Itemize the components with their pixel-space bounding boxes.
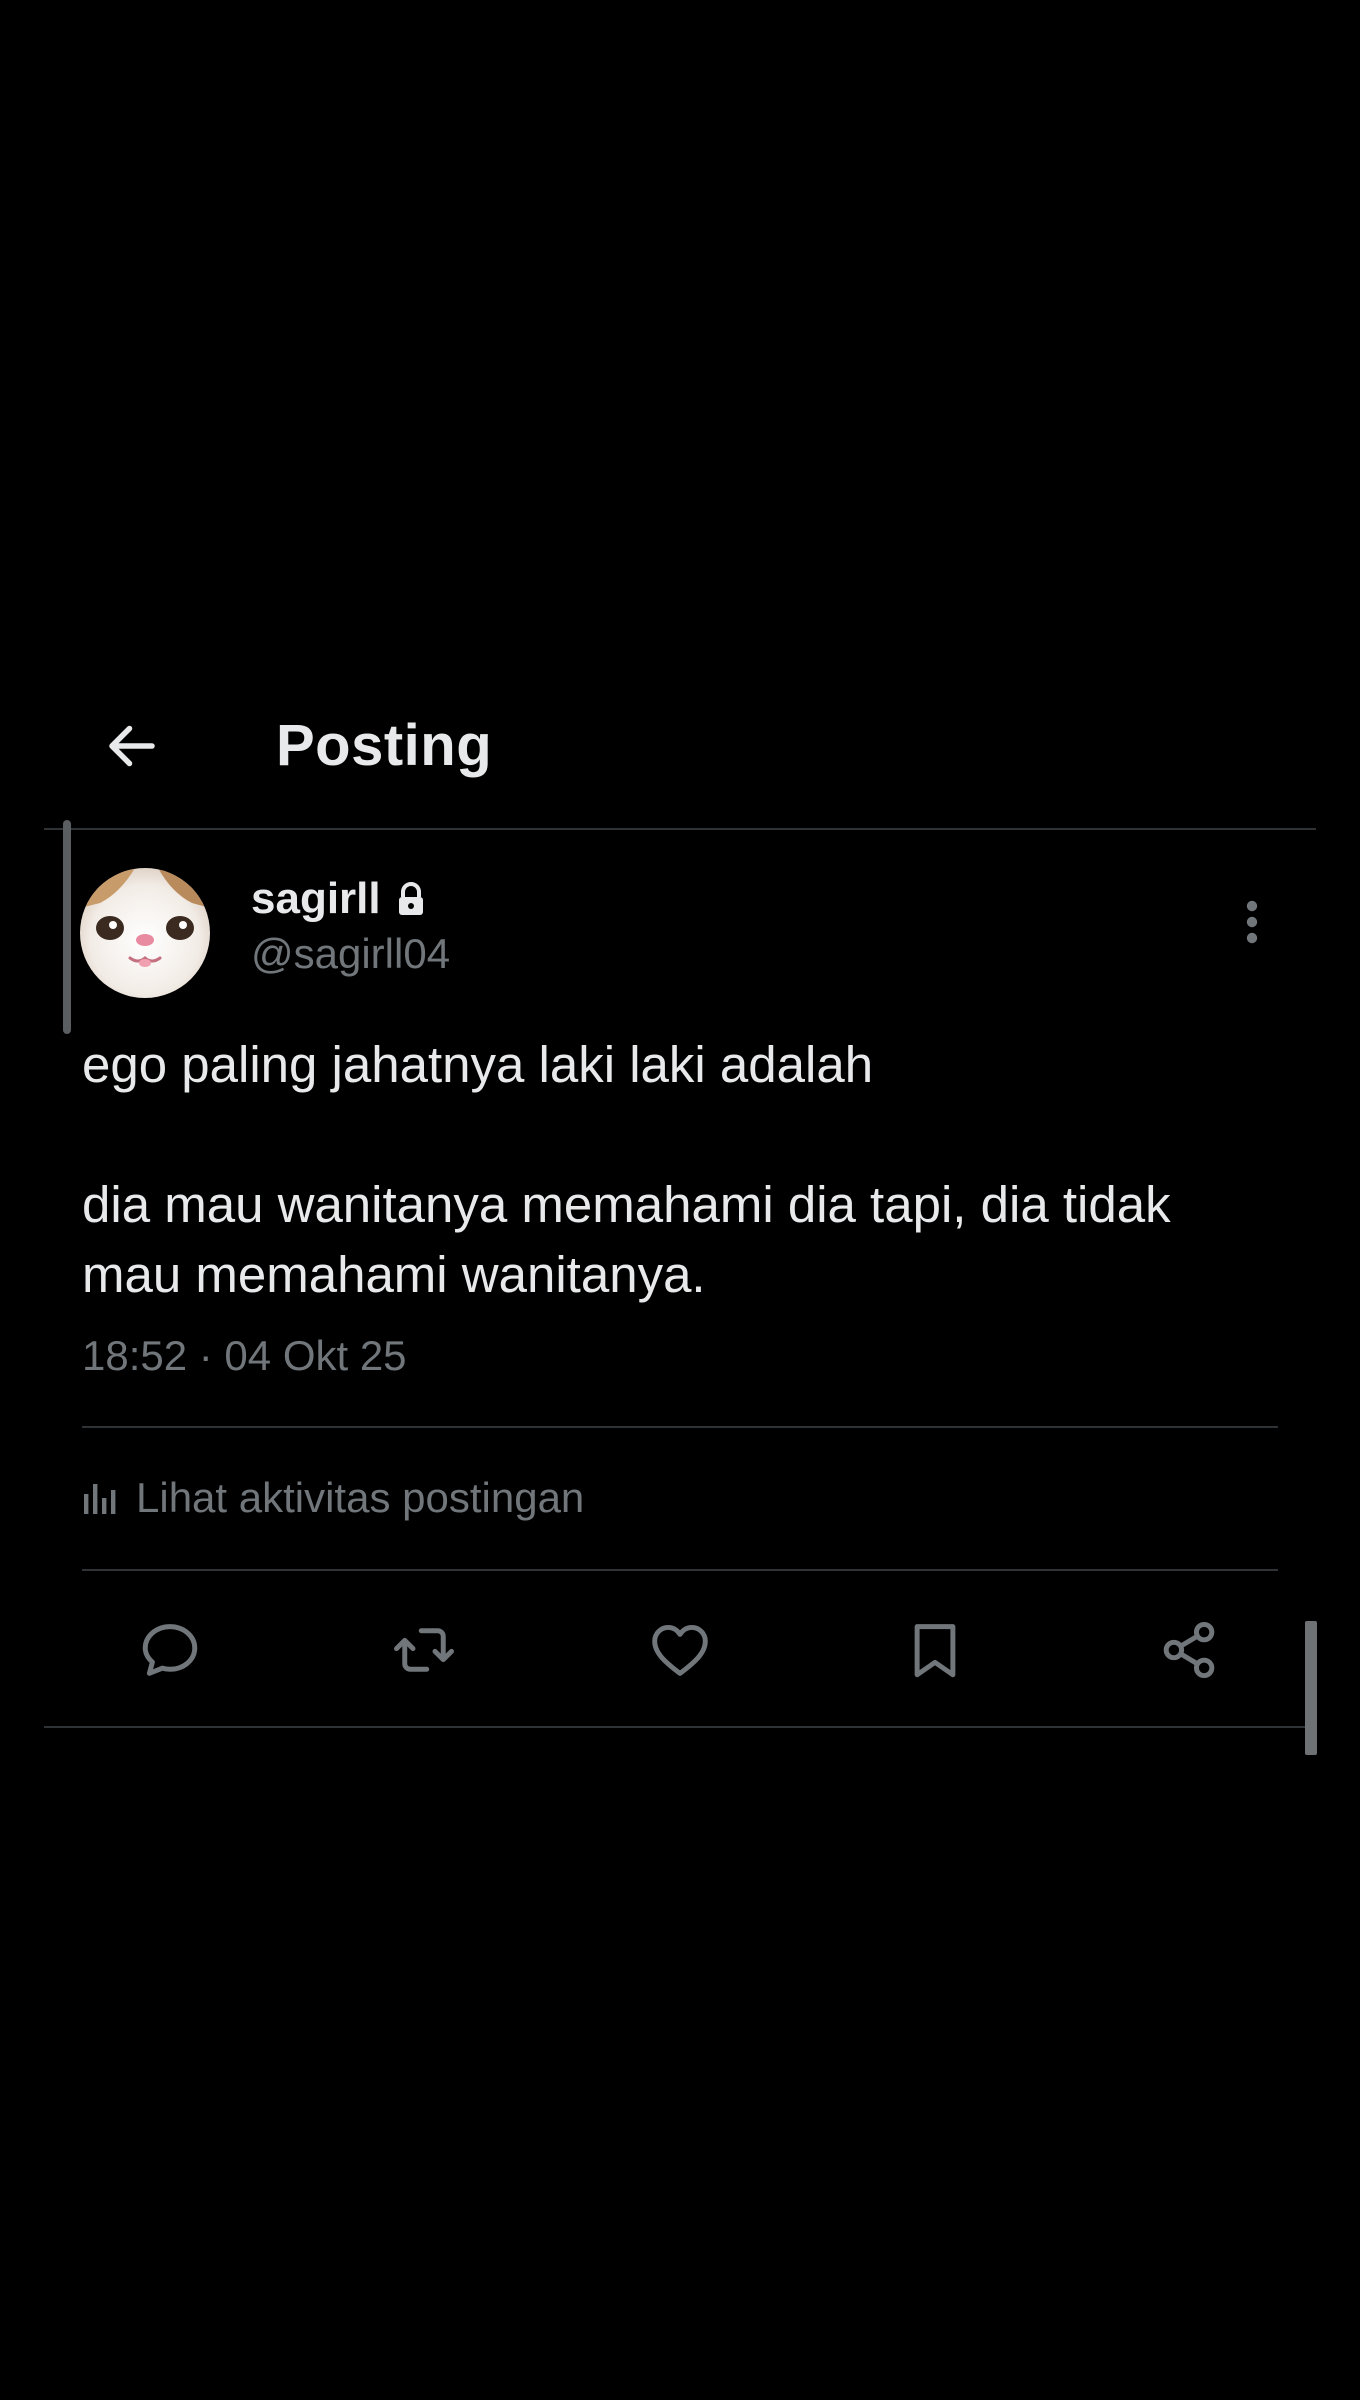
repost-button[interactable] [386, 1612, 462, 1688]
activity-label: Lihat aktivitas postingan [136, 1474, 585, 1521]
avatar[interactable] [80, 868, 210, 998]
meta-divider [82, 1426, 1278, 1428]
post-timestamp[interactable]: 18:52 · 04 Okt 25 [82, 1332, 407, 1380]
post-actions [0, 1612, 1360, 1688]
activity-divider [82, 1569, 1278, 1571]
scrollbar-thumb[interactable] [1305, 1621, 1317, 1755]
post-text: ego paling jahatnya laki laki adalah dia… [82, 1030, 1232, 1310]
share-icon [1163, 1621, 1215, 1679]
bar-chart-icon [84, 1484, 116, 1514]
bookmark-icon [914, 1624, 956, 1678]
repost-icon [394, 1628, 454, 1672]
display-name: sagirll [251, 874, 381, 923]
actions-divider [44, 1726, 1316, 1728]
more-options-button[interactable] [1232, 890, 1272, 954]
like-button[interactable] [642, 1612, 718, 1688]
cat-avatar-icon [80, 868, 210, 998]
reply-button[interactable] [132, 1612, 208, 1688]
lock-icon [398, 882, 423, 915]
arrow-left-icon [109, 725, 155, 767]
author-handle[interactable]: @sagirll04 [251, 930, 450, 978]
thread-indicator [63, 820, 71, 1034]
back-button[interactable] [96, 710, 168, 782]
view-post-activity-link[interactable]: Lihat aktivitas postingan [82, 1474, 584, 1522]
more-vertical-icon [1246, 900, 1258, 944]
top-bar: Posting [0, 680, 1360, 800]
reply-icon [142, 1624, 198, 1676]
share-button[interactable] [1151, 1612, 1227, 1688]
page-title: Posting [276, 713, 493, 778]
post-text-line-2: dia mau wanitanya memahami dia tapi, dia… [82, 1176, 1171, 1303]
bookmark-button[interactable] [897, 1612, 973, 1688]
post-text-line-1: ego paling jahatnya laki laki adalah [82, 1036, 874, 1093]
header-divider [44, 828, 1316, 830]
author-name-row[interactable]: sagirll [251, 874, 427, 924]
heart-icon [652, 1624, 708, 1676]
